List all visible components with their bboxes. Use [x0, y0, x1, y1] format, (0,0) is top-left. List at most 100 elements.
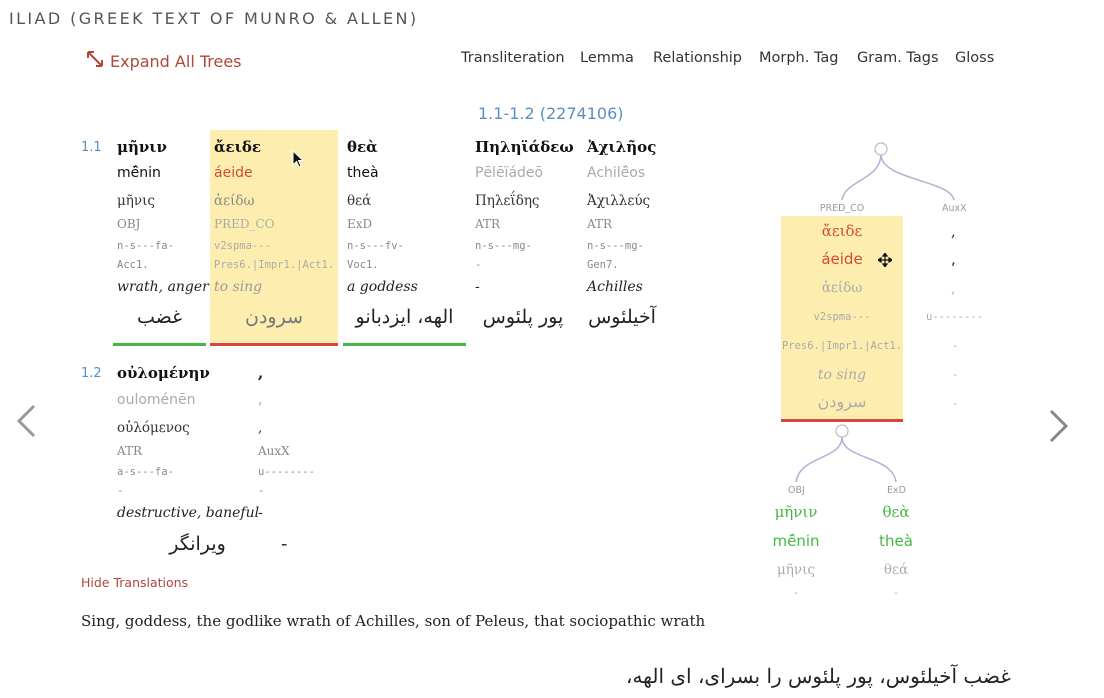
gram-tags: Gen7. — [587, 259, 619, 271]
greek-word[interactable]: Ἀχιλῆος — [587, 138, 656, 156]
morph-tag: n-s---fa- — [117, 240, 174, 252]
lemma: μῆνις — [117, 193, 155, 209]
toggle-lemma[interactable]: Lemma — [580, 50, 634, 66]
tree-morph-tag: - — [792, 587, 800, 599]
relationship: ATR — [117, 444, 143, 458]
tree-transliteration: , — [951, 250, 956, 268]
lemma: ἀείδω — [214, 193, 255, 209]
tree-lemma: ἀείδω — [821, 280, 863, 296]
toggle-transliteration[interactable]: Transliteration — [461, 50, 565, 66]
expand-all-trees-label: Expand All Trees — [110, 51, 242, 71]
tree-morph-tag: u-------- — [926, 311, 983, 323]
tree-greek-word[interactable]: ἄειδε — [781, 222, 903, 240]
lemma: Πηλεΐδης — [475, 193, 540, 209]
relationship: ExD — [347, 217, 373, 231]
tree-lemma: μῆνις — [777, 562, 815, 578]
chevron-right-icon[interactable] — [1047, 405, 1071, 454]
greek-word[interactable]: μῆνιν — [117, 138, 167, 156]
english-translation: Sing, goddess, the godlike wrath of Achi… — [81, 612, 706, 630]
tree-greek-word[interactable]: θεὰ — [866, 503, 926, 521]
hide-translations-link[interactable]: Hide Translations — [81, 575, 188, 590]
gloss: - — [258, 505, 263, 521]
gram-tags: - — [475, 259, 482, 271]
morph-tag: u-------- — [258, 466, 315, 478]
transliteration: Achilē̂os — [587, 165, 646, 181]
verse-number[interactable]: 1.1 — [81, 140, 102, 155]
relationship: ATR — [587, 217, 613, 231]
transliteration: mē̂nin — [117, 165, 161, 181]
mouse-pointer-icon — [292, 149, 305, 172]
transliteration: áeide — [214, 165, 253, 181]
tree-morph-tag: - — [892, 587, 900, 599]
transliteration: Pēlēïádeō — [475, 165, 544, 181]
verse-number[interactable]: 1.2 — [81, 366, 102, 381]
greek-word[interactable]: θεὰ — [347, 138, 378, 156]
tree-transliteration: mē̂nin — [772, 532, 820, 550]
toggle-gram-tags[interactable]: Gram. Tags — [857, 50, 939, 66]
tree-relation-label: OBJ — [788, 485, 805, 496]
tree-lemma: , — [951, 281, 956, 297]
alignment-underline — [113, 343, 206, 346]
expand-arrows-icon — [86, 50, 104, 72]
transliteration: theà — [347, 165, 379, 181]
tree-relation-label: ExD — [887, 485, 906, 496]
morph-tag: n-s---mg- — [475, 240, 532, 252]
persian-translation: آخیلئوس — [588, 306, 656, 328]
tree-greek-word[interactable]: , — [951, 222, 956, 240]
persian-translation: ویرانگر — [169, 533, 226, 555]
tree-greek-word[interactable]: μῆνιν — [766, 503, 826, 521]
morph-tag: n-s---fv- — [347, 240, 404, 252]
persian-sentence-translation: غضب آخیلئوس، پور پلئوس را بسرای، ای الهه… — [626, 664, 1011, 688]
toggle-gloss[interactable]: Gloss — [955, 50, 994, 66]
chevron-left-icon[interactable] — [14, 400, 38, 449]
alignment-underline — [210, 343, 338, 346]
lemma: οὐλόμενος — [117, 420, 190, 436]
tree-relation-label: PRED_CO — [819, 203, 865, 214]
gram-tags: - — [258, 485, 265, 497]
tree-morph-tag: v2spma--- — [813, 311, 871, 323]
passage-reference[interactable]: 1.1-1.2 (2274106) — [478, 104, 624, 123]
persian-translation: سرودن — [245, 306, 303, 328]
tree-gram-tags: - — [952, 340, 959, 352]
alignment-underline — [343, 343, 466, 346]
transliteration: , — [258, 392, 263, 408]
tree-persian: سرودن — [817, 392, 867, 411]
tree-node-underline — [781, 419, 903, 422]
relationship: OBJ — [117, 217, 141, 231]
persian-translation: الهه، ایزدبانو — [355, 306, 454, 328]
gloss: - — [475, 279, 480, 295]
persian-translation: - — [281, 533, 288, 555]
relationship: ATR — [475, 217, 501, 231]
tree-transliteration: theà — [879, 532, 913, 550]
toggle-relationship[interactable]: Relationship — [653, 50, 742, 66]
tree-lemma: θεά — [883, 562, 909, 578]
greek-word[interactable]: οὐλομένην — [117, 364, 210, 382]
gloss: destructive, baneful — [117, 505, 260, 521]
move-cursor-icon — [876, 251, 894, 271]
tree-gloss: - — [952, 369, 959, 381]
greek-word[interactable]: ἄειδε — [214, 138, 261, 156]
toggle-morph-tag[interactable]: Morph. Tag — [759, 50, 839, 66]
persian-translation: غضب — [136, 306, 183, 328]
greek-word[interactable]: , — [258, 364, 263, 382]
greek-word[interactable]: Πηληϊάδεω — [475, 138, 574, 156]
gloss: Achilles — [587, 279, 643, 295]
persian-translation: پور پلئوس — [482, 306, 564, 328]
lemma: , — [258, 420, 263, 436]
morph-tag: n-s---mg- — [587, 240, 644, 252]
relationship: PRED_CO — [214, 217, 275, 231]
tree-persian: - — [952, 398, 959, 410]
gloss: to sing — [214, 279, 263, 295]
tree-gloss: to sing — [817, 367, 867, 383]
morph-tag: v2spma--- — [214, 240, 271, 252]
tree-gram-tags: Pres6.|Impr1.|Act1. — [781, 340, 903, 352]
lemma: θεά — [347, 193, 372, 209]
page-title: ILIAD (GREEK TEXT OF MUNRO & ALLEN) — [9, 9, 419, 28]
expand-all-trees-button[interactable]: Expand All Trees — [86, 50, 242, 72]
gram-tags: Voc1. — [347, 259, 379, 271]
gloss: wrath, anger — [117, 279, 209, 295]
gram-tags: Acc1. — [117, 259, 149, 271]
gram-tags: Pres6.|Impr1.|Act1. — [214, 259, 335, 271]
transliteration: ouloménēn — [117, 392, 196, 408]
tree-relation-label: AuxX — [942, 203, 967, 214]
